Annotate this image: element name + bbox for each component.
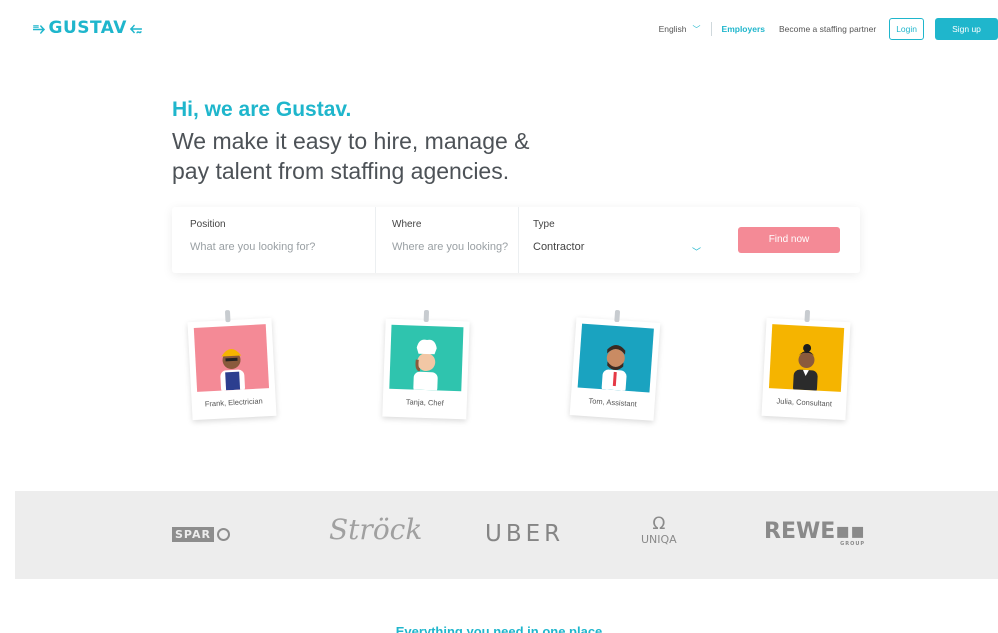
pin-icon — [423, 309, 430, 323]
logo-right-mark-icon: ⥳ — [129, 19, 143, 37]
pin-icon — [804, 309, 811, 323]
top-nav: English ﹀ Employers Become a staffing pa… — [659, 18, 998, 56]
pin-icon — [224, 310, 231, 323]
rewe-logo: REWE▪▪ GROUP — [764, 519, 866, 547]
electrician-illustration — [193, 324, 270, 392]
signup-button[interactable]: Sign up now — [935, 18, 998, 56]
chevron-down-icon: ﹀ — [692, 24, 701, 34]
where-label: Where — [392, 219, 422, 230]
uniqa-logo: Ω UNIQA — [641, 514, 677, 546]
card-caption: Julia, Consultant — [776, 396, 833, 409]
client-logos-strip: SPAR Ströck UBER Ω UNIQA REWE▪▪ GROUP — [15, 491, 998, 579]
position-field[interactable]: Position What are you looking for? — [172, 207, 376, 273]
chef-illustration — [389, 324, 464, 392]
find-now-button[interactable]: Find now — [738, 227, 840, 253]
profile-card-chef[interactable]: Tanja, Chef — [382, 309, 470, 420]
logo-left-mark-icon: ⥱ — [33, 19, 46, 37]
profile-card-assistant[interactable]: Tom, Assistant — [569, 309, 661, 421]
position-input[interactable]: What are you looking for? — [190, 241, 375, 253]
language-label: English — [658, 24, 687, 34]
card-caption: Frank, Electrician — [204, 396, 263, 409]
card-caption: Tanja, Chef — [405, 397, 444, 408]
nav-divider — [710, 22, 712, 36]
profile-card-electrician[interactable]: Frank, Electrician — [187, 310, 277, 421]
chevron-down-icon: ﹀ — [691, 247, 701, 257]
where-input[interactable]: Where are you looking? — [392, 241, 518, 253]
uber-logo: UBER — [485, 521, 565, 547]
logo-text: GUSTAV — [48, 18, 127, 38]
stroeck-logo: Ströck — [329, 513, 423, 546]
hero-tagline-line1: We make it easy to hire, manage & — [172, 128, 530, 154]
job-search-bar: Position What are you looking for? Where… — [172, 207, 860, 273]
pin-icon — [614, 309, 621, 323]
profile-card-consultant[interactable]: Julia, Consultant — [761, 309, 851, 421]
hero-tagline-line2: pay talent from staffing agencies. — [172, 158, 510, 184]
assistant-illustration — [577, 323, 654, 393]
type-label: Type — [533, 219, 555, 230]
login-button[interactable]: Login — [889, 18, 924, 40]
uniqa-symbol-icon: Ω — [652, 514, 666, 534]
staffing-partner-link[interactable]: Become a staffing partner — [779, 24, 876, 34]
spar-logo: SPAR — [172, 527, 230, 542]
where-field[interactable]: Where Where are you looking? — [376, 207, 519, 273]
gustav-logo[interactable]: ⥱ GUSTAV ⥳ — [33, 18, 142, 38]
position-label: Position — [190, 219, 226, 230]
card-caption: Tom, Assistant — [588, 396, 638, 409]
hero-greeting: Hi, we are Gustav. — [172, 98, 352, 121]
language-selector[interactable]: English ﹀ — [659, 24, 701, 35]
employers-link[interactable]: Employers — [722, 24, 765, 34]
section-title: Everything you need in one place — [395, 624, 603, 633]
consultant-illustration — [768, 324, 845, 392]
type-select[interactable]: Type Contractor ﹀ — [519, 207, 705, 273]
type-value: Contractor — [533, 241, 585, 253]
spar-tree-icon — [216, 528, 230, 541]
